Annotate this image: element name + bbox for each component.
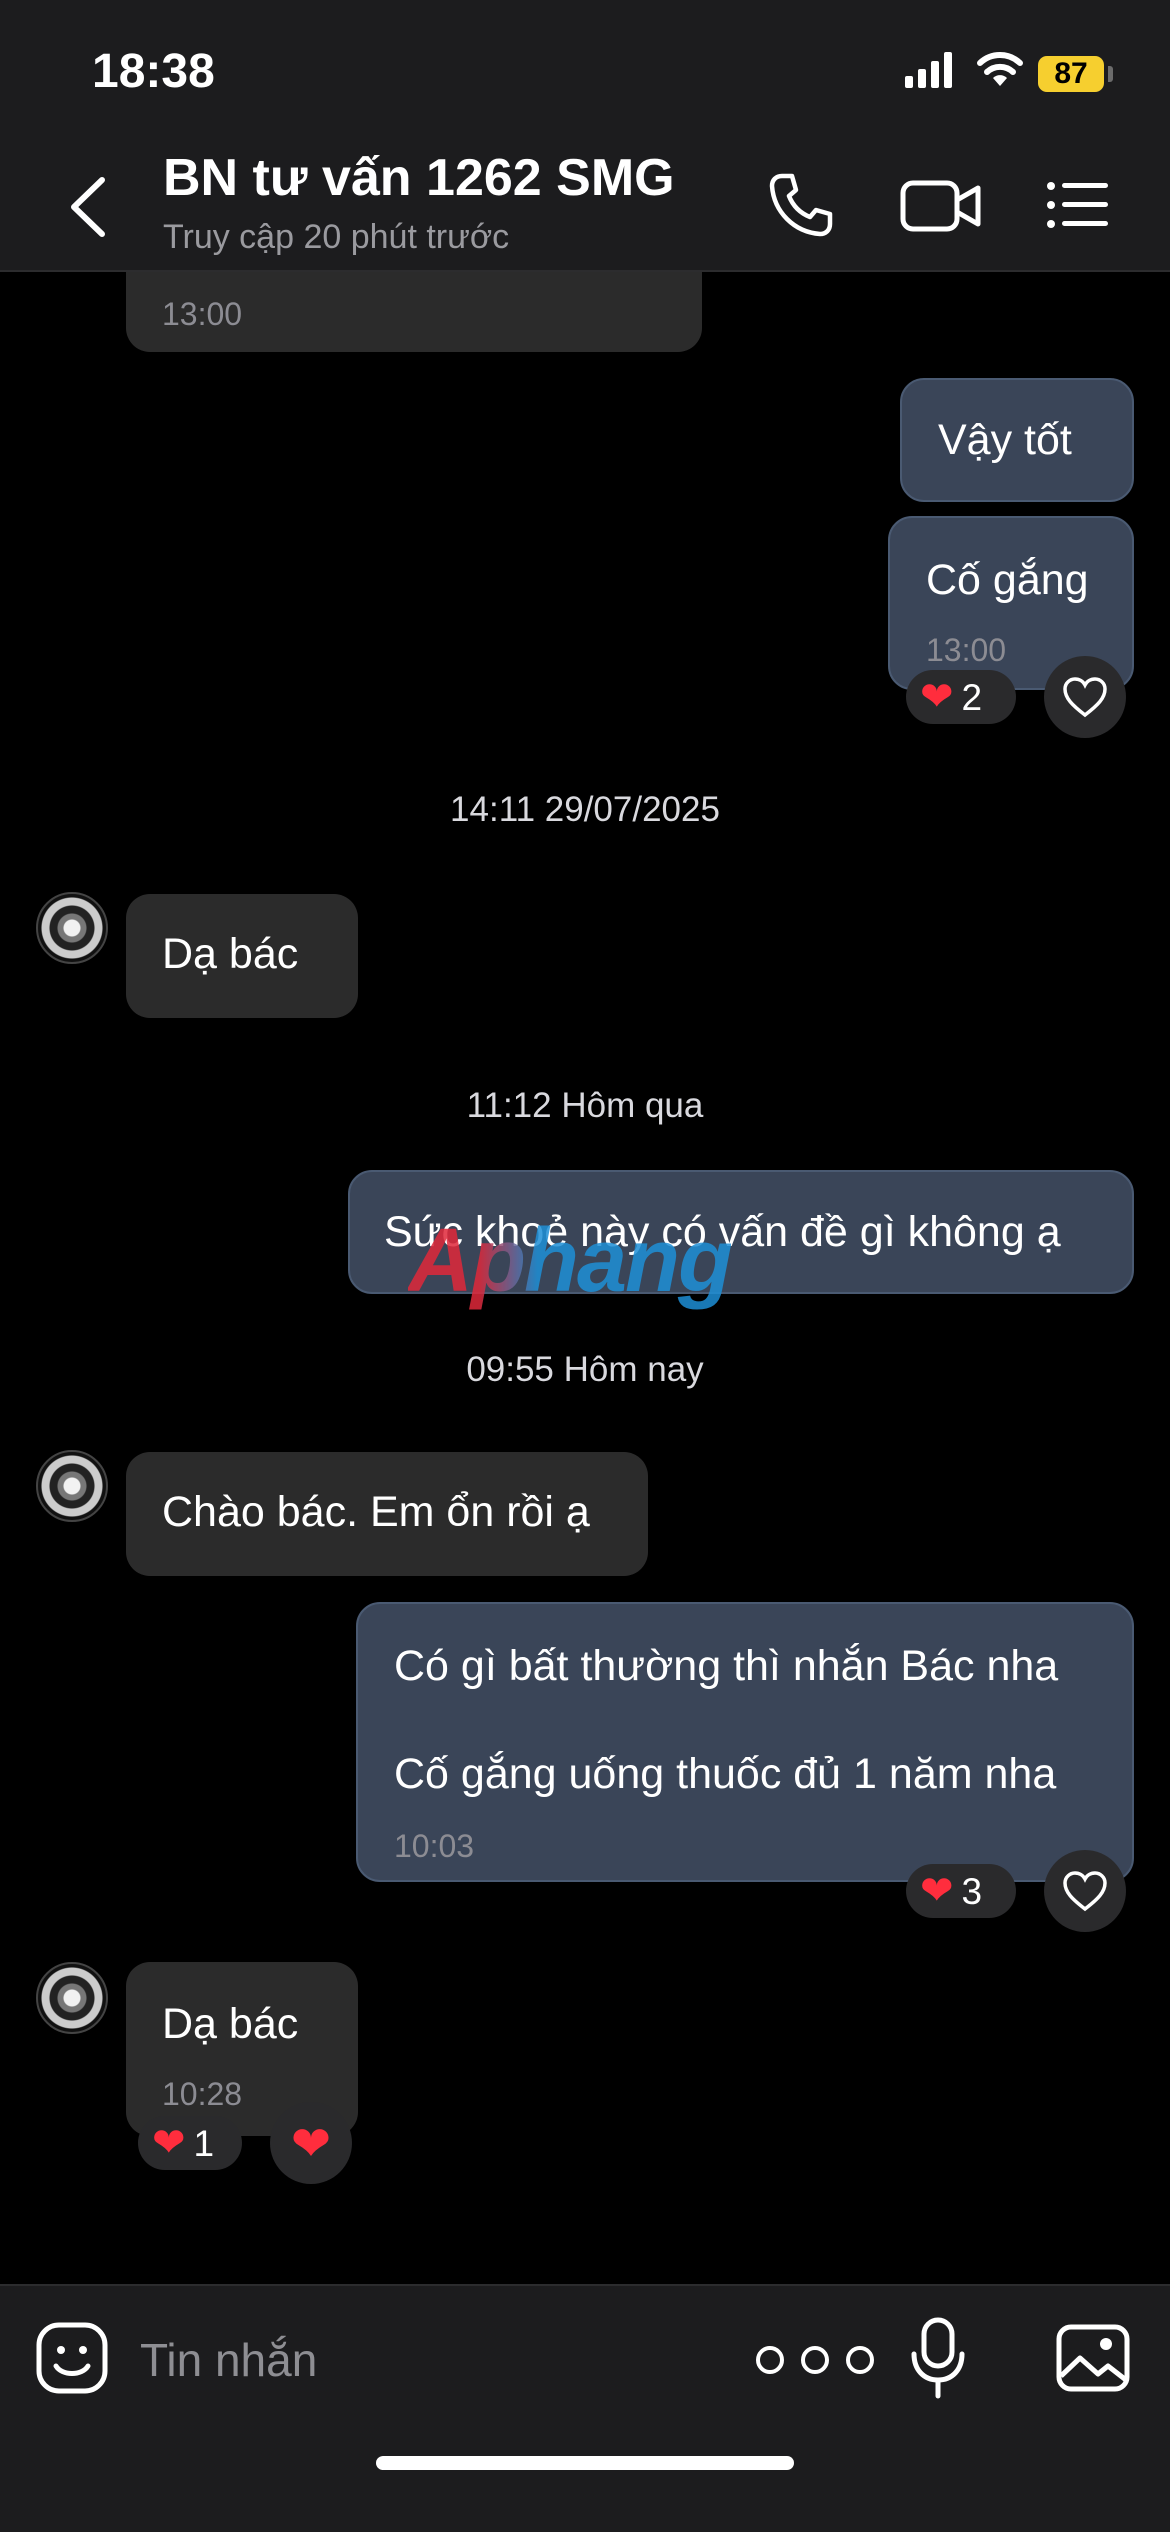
message-composer — [0, 2284, 1170, 2532]
message-time: 10:28 — [162, 2076, 243, 2112]
react-heart-button[interactable] — [1044, 656, 1126, 738]
message-text: Dạ bác — [162, 2000, 299, 2048]
contact-avatar[interactable] — [36, 1962, 108, 2034]
header-bar: 18:38 87 BN tư vấn 1262 SMG Truy cập 20 … — [0, 0, 1170, 272]
heart-icon: ❤ — [920, 1869, 954, 1913]
date-separator: 09:55 Hôm nay — [466, 1350, 704, 1389]
status-time: 18:38 — [92, 45, 215, 98]
battery-tip — [1108, 66, 1113, 82]
home-indicator[interactable] — [376, 2456, 794, 2470]
message-text: Chào bác. Em ổn rồi ạ — [162, 1488, 590, 1536]
message-text: Dạ bác — [162, 930, 299, 978]
chat-title[interactable]: BN tư vấn 1262 SMG — [163, 148, 675, 208]
react-heart-button[interactable] — [1044, 1850, 1126, 1932]
heart-filled-icon: ❤ — [290, 2118, 332, 2171]
reaction-count: 1 — [193, 2123, 215, 2164]
heart-outline-icon — [1063, 677, 1107, 718]
heart-icon: ❤ — [920, 675, 954, 719]
reaction-summary[interactable]: ❤ 2 — [906, 670, 1016, 724]
date-separator: 14:11 29/07/2025 — [450, 790, 720, 829]
cellular-signal-icon — [905, 52, 952, 88]
message-input[interactable] — [140, 2328, 700, 2392]
more-icon[interactable] — [752, 2342, 878, 2378]
phone-icon[interactable] — [768, 172, 834, 238]
last-seen-status: Truy cập 20 phút trước — [163, 218, 510, 256]
react-heart-button[interactable]: ❤ — [270, 2102, 352, 2184]
watermark-logo: Aphang — [408, 1211, 733, 1311]
message-time: 13:00 — [162, 296, 243, 332]
reaction-summary[interactable]: ❤ 3 — [906, 1864, 1016, 1918]
message-time: 10:03 — [394, 1828, 475, 1864]
message-text: Cố gắng — [926, 556, 1089, 604]
message-text: Vậy tốt — [938, 416, 1072, 464]
reaction-summary[interactable]: ❤ 1 — [138, 2116, 242, 2170]
chat-screen: 18:38 87 BN tư vấn 1262 SMG Truy cập 20 … — [0, 0, 1170, 2532]
message-text: Có gì bất thường thì nhắn Bác nha — [394, 1642, 1059, 1690]
message-bubble-incoming[interactable]: Dạ bác — [126, 894, 358, 1018]
wifi-icon — [977, 52, 1023, 86]
battery-indicator: 87 — [1038, 56, 1104, 92]
message-bubble-outgoing[interactable]: Có gì bất thường thì nhắn Bác nha Cố gắn… — [356, 1602, 1134, 1882]
contact-avatar[interactable] — [36, 892, 108, 964]
list-menu-icon[interactable] — [1046, 180, 1110, 230]
heart-outline-icon — [1063, 1871, 1107, 1912]
message-bubble-outgoing[interactable]: Vậy tốt — [900, 378, 1134, 502]
image-icon[interactable] — [1056, 2324, 1130, 2392]
reaction-count: 2 — [961, 677, 983, 718]
reaction-count: 3 — [961, 1871, 983, 1912]
back-icon[interactable] — [60, 172, 120, 242]
message-text: Cố gắng uống thuốc đủ 1 năm nha — [394, 1750, 1057, 1798]
emoji-icon[interactable] — [36, 2322, 108, 2394]
microphone-icon[interactable] — [908, 2316, 968, 2400]
contact-avatar[interactable] — [36, 1450, 108, 1522]
video-icon[interactable] — [900, 178, 982, 234]
heart-icon: ❤ — [152, 2121, 186, 2165]
date-separator: 11:12 Hôm qua — [466, 1086, 704, 1125]
message-bubble-incoming[interactable]: Chào bác. Em ổn rồi ạ — [126, 1452, 648, 1576]
